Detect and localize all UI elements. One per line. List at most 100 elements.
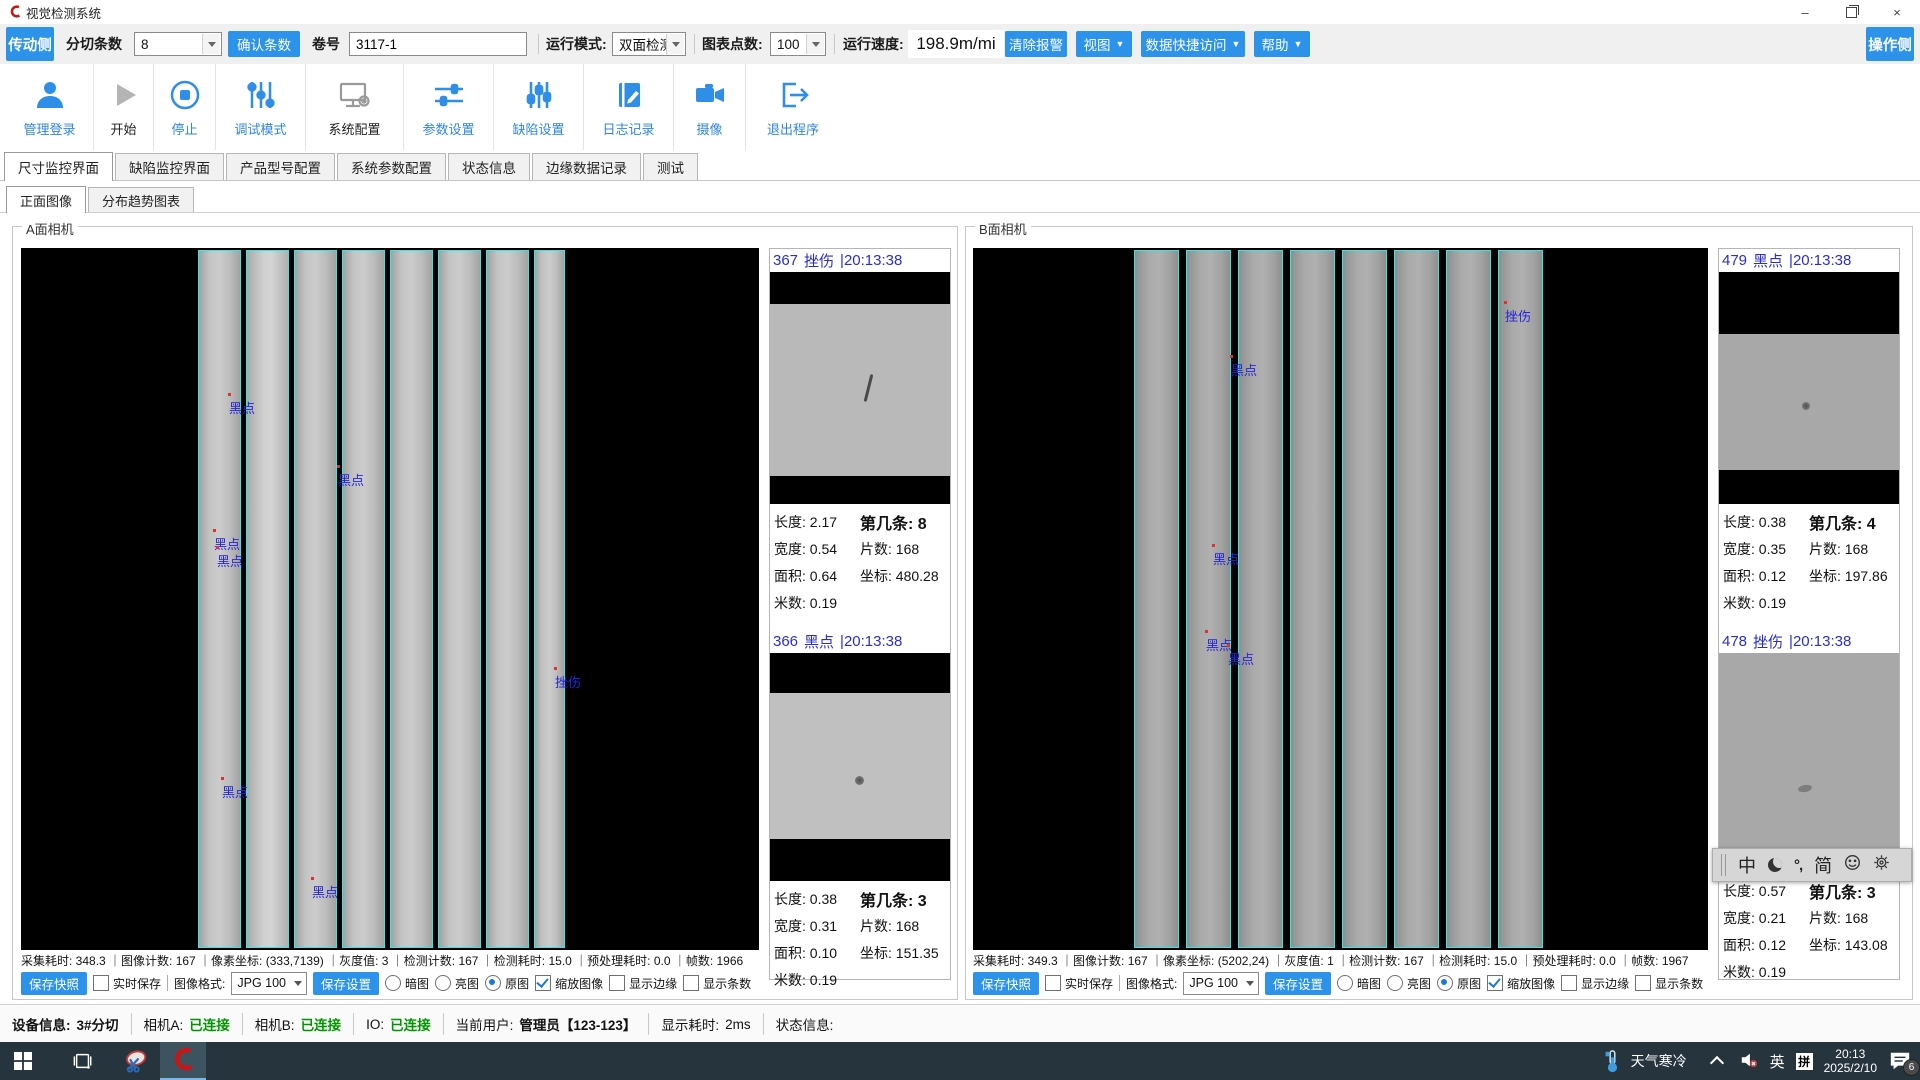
defect-overlay-label: 黑点 — [222, 782, 248, 801]
save-snapshot-button[interactable]: 保存快照 — [973, 972, 1039, 995]
bright-image-radio[interactable] — [435, 975, 451, 991]
run-mode-select[interactable]: 双面检测 — [612, 32, 686, 56]
chevron-down-icon — [202, 34, 220, 54]
divider — [1119, 975, 1120, 991]
help-menu-button[interactable]: 帮助▼ — [1254, 31, 1310, 57]
roll-number-input[interactable] — [349, 32, 527, 56]
defect-overlay-label: 挫伤 — [1505, 306, 1531, 325]
dark-image-radio[interactable] — [385, 975, 401, 991]
tab-product-model-config[interactable]: 产品型号配置 — [226, 153, 335, 180]
fullwidth-moon-icon[interactable] — [1768, 858, 1782, 872]
tab-test[interactable]: 测试 — [643, 153, 698, 180]
log-record-button[interactable]: 日志记录 — [584, 64, 674, 150]
system-config-button[interactable]: 系统配置 — [306, 64, 404, 150]
defect-id: 478 — [1722, 633, 1747, 650]
tab-size-monitor[interactable]: 尺寸监控界面 — [4, 152, 113, 181]
parameter-settings-button[interactable]: 参数设置 — [404, 64, 494, 150]
material-strip — [486, 250, 529, 948]
data-access-menu-button[interactable]: 数据快捷访问▼ — [1141, 31, 1245, 57]
confirm-count-button[interactable]: 确认条数 — [228, 31, 300, 57]
ime-mode-indicator[interactable]: 拼 — [1796, 1053, 1813, 1070]
split-count-select[interactable]: 8 — [134, 32, 222, 56]
show-count-checkbox[interactable] — [683, 975, 699, 991]
clock-date: 2025/2/10 — [1824, 1061, 1877, 1075]
weather-text[interactable]: 天气寒冷 — [1631, 1051, 1687, 1071]
defect-card[interactable]: 478 挫伤 |20:13:38 长度: 0.57 第几条: 3 宽度: 0.2… — [1719, 630, 1899, 985]
save-settings-button[interactable]: 保存设置 — [1265, 972, 1331, 995]
image-format-select[interactable]: JPG 100 — [231, 972, 307, 995]
exit-program-button[interactable]: 退出程序 — [746, 64, 840, 150]
emoji-icon[interactable] — [1844, 854, 1861, 876]
tab-status-info[interactable]: 状态信息 — [448, 153, 530, 180]
save-settings-button[interactable]: 保存设置 — [313, 972, 379, 995]
defect-type: 挫伤 — [804, 250, 834, 271]
task-view-button[interactable] — [60, 1042, 106, 1080]
run-mode-value: 双面检测 — [619, 34, 673, 54]
show-edge-checkbox[interactable] — [1561, 975, 1577, 991]
drive-side-button[interactable]: 传动侧 — [6, 27, 54, 61]
charset-toggle[interactable]: 简 — [1814, 852, 1832, 878]
tab-defect-monitor[interactable]: 缺陷监控界面 — [115, 153, 224, 180]
show-count-checkbox[interactable] — [1635, 975, 1651, 991]
taskbar-clock[interactable]: 20:13 2025/2/10 — [1824, 1047, 1877, 1075]
weather-thermometer-icon[interactable] — [1604, 1049, 1620, 1073]
tray-expand-chevron-icon[interactable] — [1710, 1056, 1724, 1070]
defect-settings-button[interactable]: 缺陷设置 — [494, 64, 584, 150]
punctuation-toggle[interactable]: °, — [1794, 857, 1802, 874]
start-button[interactable]: 开始 — [94, 64, 154, 150]
original-image-radio[interactable] — [485, 975, 501, 991]
camera-b-controls: 保存快照 实时保存 图像格式: JPG 100 保存设置 暗图 亮图 原图 缩放… — [973, 970, 1711, 996]
camera-a-status-line: 采集耗时: 348.3 ｜图像计数: 167 ｜像素坐标: (333,7139)… — [21, 952, 759, 969]
realtime-save-checkbox[interactable] — [93, 975, 109, 991]
restore-button[interactable] — [1828, 0, 1874, 24]
image-format-select[interactable]: JPG 100 — [1183, 972, 1259, 995]
ime-lang-toggle[interactable]: 中 — [1738, 852, 1756, 878]
video-capture-button[interactable]: 摄像 — [674, 64, 746, 150]
minimize-button[interactable]: – — [1782, 0, 1828, 24]
defect-card[interactable]: 479 黑点 |20:13:38 长度: 0.38 第几条: 4 宽度: 0.3… — [1719, 249, 1899, 616]
defect-time: |20:13:38 — [1789, 252, 1851, 269]
start-button[interactable] — [0, 1042, 46, 1080]
notification-center-button[interactable]: 6 — [1888, 1050, 1914, 1072]
ime-settings-gear-icon[interactable] — [1873, 854, 1890, 876]
language-indicator[interactable]: 英 — [1770, 1051, 1785, 1072]
show-count-label: 显示条数 — [703, 975, 751, 992]
material-strip — [1498, 250, 1543, 948]
zoom-image-checkbox[interactable] — [1487, 975, 1503, 991]
chart-points-select[interactable]: 100 — [770, 32, 826, 56]
defect-card[interactable]: 367 挫伤 |20:13:38 长度: 2.17 第几条: 8 宽度: 0.5… — [770, 249, 950, 616]
vision-app-taskbar-icon[interactable] — [160, 1042, 206, 1080]
zoom-image-checkbox[interactable] — [535, 975, 551, 991]
subtab-front-image[interactable]: 正面图像 — [6, 186, 86, 213]
manage-login-button[interactable]: 管理登录 — [6, 64, 94, 150]
view-menu-button[interactable]: 视图▼ — [1076, 31, 1132, 57]
original-image-radio[interactable] — [1437, 975, 1453, 991]
dark-image-radio[interactable] — [1337, 975, 1353, 991]
drag-handle-icon[interactable] — [1721, 854, 1726, 876]
defect-overlay-label: 黑点 — [229, 398, 255, 417]
taskbar: 天气寒冷 英 拼 20:13 2025/2/10 6 — [0, 1042, 1920, 1080]
zoom-image-label: 缩放图像 — [555, 975, 603, 992]
data-access-label: 数据快捷访问 — [1146, 34, 1227, 54]
defect-header: 366 黑点 |20:13:38 — [770, 630, 950, 653]
save-snapshot-button[interactable]: 保存快照 — [21, 972, 87, 995]
bright-image-radio[interactable] — [1387, 975, 1403, 991]
realtime-save-checkbox[interactable] — [1045, 975, 1061, 991]
stop-button[interactable]: 停止 — [154, 64, 216, 150]
debug-mode-button[interactable]: 调试模式 — [216, 64, 306, 150]
tab-system-param-config[interactable]: 系统参数配置 — [337, 153, 446, 180]
chart-points-value: 100 — [777, 37, 800, 52]
material-strip — [1446, 250, 1491, 948]
volume-muted-icon[interactable] — [1739, 1051, 1759, 1072]
subtab-trend-chart[interactable]: 分布趋势图表 — [88, 187, 194, 212]
tab-edge-data-record[interactable]: 边缘数据记录 — [532, 153, 641, 180]
camera-a-image: 黑点黑点黑点黑点挫伤黑点黑点 — [21, 248, 759, 950]
close-button[interactable]: × — [1874, 0, 1920, 24]
operate-side-button[interactable]: 操作侧 — [1866, 27, 1914, 61]
show-edge-checkbox[interactable] — [609, 975, 625, 991]
clear-alarm-button[interactable]: 清除报警 — [1005, 31, 1067, 57]
defect-card[interactable]: 366 黑点 |20:13:38 长度: 0.38 第几条: 3 宽度: 0.3… — [770, 630, 950, 993]
title-bar: 视觉检测系统 – × — [0, 0, 1920, 25]
snipping-tool-app-icon[interactable] — [114, 1042, 160, 1080]
camera-a-title: A面相机 — [22, 219, 78, 238]
